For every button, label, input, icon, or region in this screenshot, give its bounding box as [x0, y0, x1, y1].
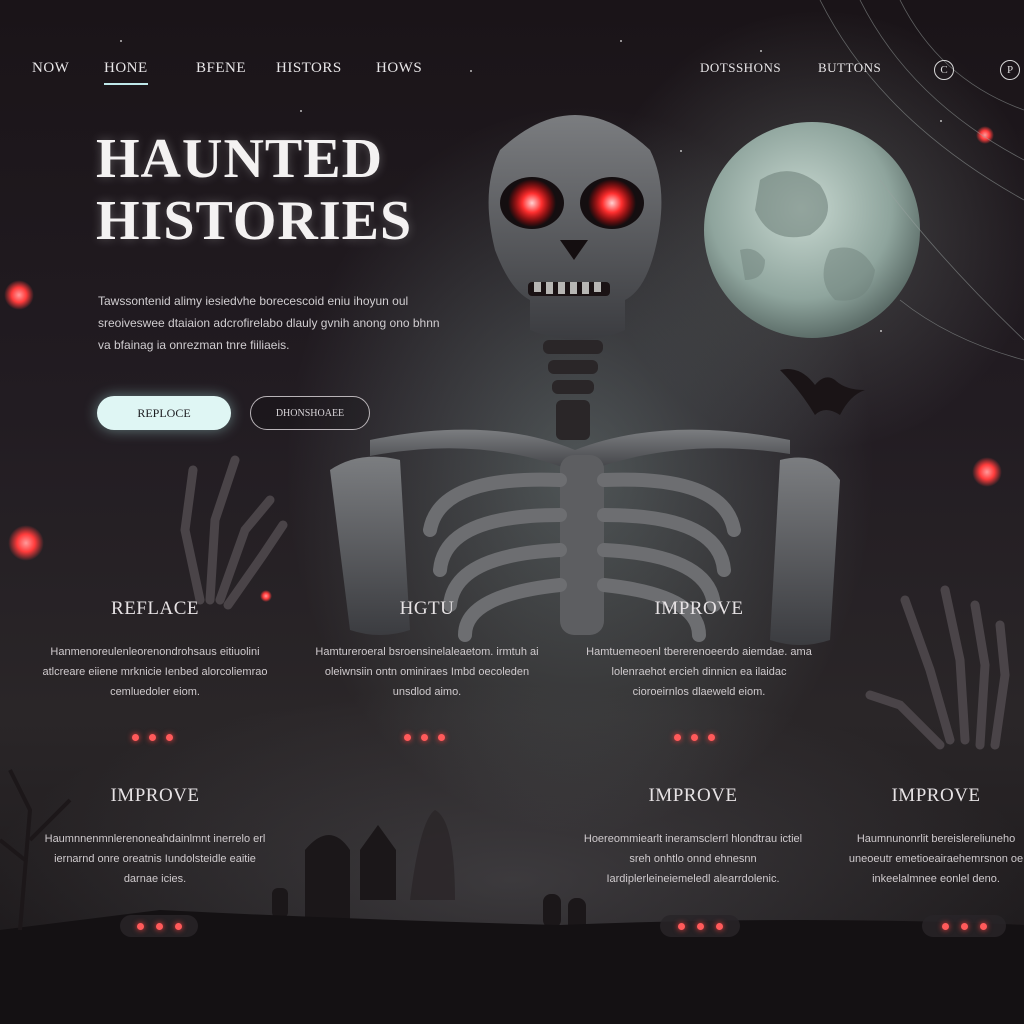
card-text: Hanmenoreulenleorenondrohsaus eitiuolini…	[42, 646, 268, 698]
card-text: Hamtuemeoenl tbererenoeerdo aiemdae. ama…	[586, 646, 812, 698]
circle-c-icon[interactable]: C	[934, 60, 954, 80]
feature-card: REFLACE Hanmenoreulenleorenondrohsaus ei…	[40, 598, 270, 702]
circle-p-icon[interactable]: P	[1000, 60, 1020, 80]
card-heading: IMPROVE	[654, 598, 744, 619]
nav-item-dotsshons[interactable]: DOTSSHONS	[700, 60, 781, 76]
title-line-1: HAUNTED	[96, 128, 384, 190]
feature-card: IMPROVE Hoereommiearlt ineramsclerrl hlo…	[578, 785, 808, 889]
skeletal-hand-left	[180, 455, 288, 610]
card-text: Hamtureroeral bsroensinelaleaetom. irmtu…	[315, 646, 539, 698]
feature-card: IMPROVE Hamtuemeoenl tbererenoeerdo aiem…	[584, 598, 814, 702]
feature-card: IMPROVE Haumnunonrlit bereislereliuneho …	[848, 785, 1024, 889]
top-nav: NOW HONE BFENE HISTORS HOWS DOTSSHONS BU…	[0, 60, 1024, 90]
secondary-button[interactable]: DHONSHOAEE	[250, 396, 370, 430]
bat-icon	[780, 369, 865, 415]
card-indicator-dots	[132, 734, 173, 741]
nav-item-hone[interactable]: HONE	[104, 60, 148, 85]
nav-item-now[interactable]: NOW	[32, 60, 69, 77]
feature-card: IMPROVE Haumnnenmnlerenoneahdainlmnt ine…	[40, 785, 270, 889]
replace-button[interactable]: REPLOCE	[97, 396, 231, 430]
nav-item-buttons[interactable]: BUTTONS	[818, 60, 881, 76]
card-heading: REFLACE	[111, 598, 199, 619]
card-heading: IMPROVE	[110, 785, 200, 806]
card-indicator-dots	[674, 734, 715, 741]
card-heading: HGTU	[399, 598, 455, 619]
card-indicator-dots	[404, 734, 445, 741]
page-title: HAUNTED HISTORIES	[96, 128, 456, 252]
card-heading: IMPROVE	[891, 785, 981, 806]
nav-item-hows[interactable]: HOWS	[376, 60, 422, 77]
card-text: Hoereommiearlt ineramsclerrl hlondtrau i…	[583, 833, 803, 885]
card-indicator-pill[interactable]	[660, 915, 740, 937]
card-text: Haumnunonrlit bereislereliuneho uneoeutr…	[848, 833, 1024, 885]
skeletal-hand-right	[865, 585, 1010, 750]
card-indicator-pill[interactable]	[922, 915, 1006, 937]
moon-graphic	[704, 122, 920, 338]
card-heading: IMPROVE	[648, 785, 738, 806]
title-line-2: HISTORIES	[96, 190, 413, 252]
card-indicator-pill[interactable]	[120, 915, 198, 937]
page: NOW HONE BFENE HISTORS HOWS DOTSSHONS BU…	[0, 0, 1024, 1024]
card-text: Haumnnenmnlerenoneahdainlmnt inerrelo er…	[44, 833, 266, 885]
feature-card: HGTU Hamtureroeral bsroensinelaleaetom. …	[312, 598, 542, 702]
nav-item-bfene[interactable]: BFENE	[196, 60, 246, 77]
nav-item-histors[interactable]: HISTORS	[276, 60, 342, 77]
hero-description: Tawssontenid alimy iesiedvhe borecescoid…	[98, 294, 440, 352]
